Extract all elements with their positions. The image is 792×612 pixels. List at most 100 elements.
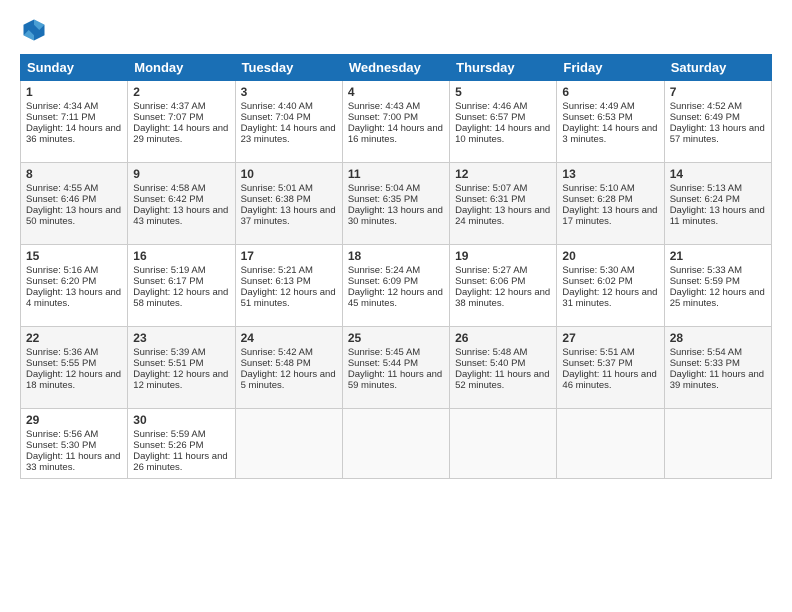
sunset-text: Sunset: 6:17 PM [133,276,203,287]
sunrise-text: Sunrise: 5:27 AM [455,265,527,276]
day-number: 9 [133,167,229,181]
day-number: 17 [241,249,337,263]
day-number: 29 [26,413,122,427]
day-number: 20 [562,249,658,263]
daylight-text: Daylight: 13 hours and 43 minutes. [133,205,228,227]
sunrise-text: Sunrise: 4:40 AM [241,101,313,112]
sunset-text: Sunset: 5:33 PM [670,358,740,369]
sunrise-text: Sunrise: 5:07 AM [455,183,527,194]
calendar-week-2: 8 Sunrise: 4:55 AM Sunset: 6:46 PM Dayli… [21,163,772,245]
sunset-text: Sunset: 6:57 PM [455,112,525,123]
daylight-text: Daylight: 12 hours and 25 minutes. [670,287,765,309]
calendar-cell: 8 Sunrise: 4:55 AM Sunset: 6:46 PM Dayli… [21,163,128,245]
daylight-text: Daylight: 12 hours and 5 minutes. [241,369,336,391]
daylight-text: Daylight: 13 hours and 30 minutes. [348,205,443,227]
day-number: 5 [455,85,551,99]
calendar-cell: 30 Sunrise: 5:59 AM Sunset: 5:26 PM Dayl… [128,409,235,479]
daylight-text: Daylight: 12 hours and 31 minutes. [562,287,657,309]
col-header-saturday: Saturday [664,55,771,81]
daylight-text: Daylight: 14 hours and 3 minutes. [562,123,657,145]
header [20,16,772,44]
sunset-text: Sunset: 5:30 PM [26,440,96,451]
daylight-text: Daylight: 13 hours and 57 minutes. [670,123,765,145]
calendar-cell: 6 Sunrise: 4:49 AM Sunset: 6:53 PM Dayli… [557,81,664,163]
day-number: 27 [562,331,658,345]
sunset-text: Sunset: 7:00 PM [348,112,418,123]
calendar-table: SundayMondayTuesdayWednesdayThursdayFrid… [20,54,772,479]
sunset-text: Sunset: 6:24 PM [670,194,740,205]
daylight-text: Daylight: 12 hours and 12 minutes. [133,369,228,391]
daylight-text: Daylight: 11 hours and 46 minutes. [562,369,656,391]
col-header-friday: Friday [557,55,664,81]
calendar-cell: 22 Sunrise: 5:36 AM Sunset: 5:55 PM Dayl… [21,327,128,409]
calendar-cell: 2 Sunrise: 4:37 AM Sunset: 7:07 PM Dayli… [128,81,235,163]
sunrise-text: Sunrise: 5:42 AM [241,347,313,358]
sunset-text: Sunset: 6:06 PM [455,276,525,287]
daylight-text: Daylight: 11 hours and 33 minutes. [26,451,120,473]
col-header-monday: Monday [128,55,235,81]
calendar-cell [235,409,342,479]
calendar-cell: 17 Sunrise: 5:21 AM Sunset: 6:13 PM Dayl… [235,245,342,327]
sunset-text: Sunset: 5:51 PM [133,358,203,369]
sunrise-text: Sunrise: 4:34 AM [26,101,98,112]
calendar-cell: 19 Sunrise: 5:27 AM Sunset: 6:06 PM Dayl… [450,245,557,327]
calendar-cell: 16 Sunrise: 5:19 AM Sunset: 6:17 PM Dayl… [128,245,235,327]
sunrise-text: Sunrise: 4:52 AM [670,101,742,112]
daylight-text: Daylight: 13 hours and 50 minutes. [26,205,121,227]
sunset-text: Sunset: 6:49 PM [670,112,740,123]
day-number: 30 [133,413,229,427]
day-number: 22 [26,331,122,345]
day-number: 7 [670,85,766,99]
sunset-text: Sunset: 5:40 PM [455,358,525,369]
sunrise-text: Sunrise: 5:30 AM [562,265,634,276]
calendar-cell [450,409,557,479]
sunset-text: Sunset: 5:26 PM [133,440,203,451]
day-number: 23 [133,331,229,345]
calendar-cell: 21 Sunrise: 5:33 AM Sunset: 5:59 PM Dayl… [664,245,771,327]
col-header-wednesday: Wednesday [342,55,449,81]
daylight-text: Daylight: 14 hours and 23 minutes. [241,123,336,145]
calendar-cell: 10 Sunrise: 5:01 AM Sunset: 6:38 PM Dayl… [235,163,342,245]
logo-icon [20,16,48,44]
sunset-text: Sunset: 7:11 PM [26,112,96,123]
sunrise-text: Sunrise: 5:54 AM [670,347,742,358]
day-number: 3 [241,85,337,99]
sunset-text: Sunset: 6:46 PM [26,194,96,205]
calendar-cell: 4 Sunrise: 4:43 AM Sunset: 7:00 PM Dayli… [342,81,449,163]
sunrise-text: Sunrise: 5:59 AM [133,429,205,440]
calendar-week-1: 1 Sunrise: 4:34 AM Sunset: 7:11 PM Dayli… [21,81,772,163]
daylight-text: Daylight: 14 hours and 36 minutes. [26,123,121,145]
day-number: 24 [241,331,337,345]
calendar-cell: 9 Sunrise: 4:58 AM Sunset: 6:42 PM Dayli… [128,163,235,245]
col-header-tuesday: Tuesday [235,55,342,81]
calendar-cell: 29 Sunrise: 5:56 AM Sunset: 5:30 PM Dayl… [21,409,128,479]
calendar-cell: 12 Sunrise: 5:07 AM Sunset: 6:31 PM Dayl… [450,163,557,245]
day-number: 26 [455,331,551,345]
calendar-cell: 14 Sunrise: 5:13 AM Sunset: 6:24 PM Dayl… [664,163,771,245]
calendar-cell: 3 Sunrise: 4:40 AM Sunset: 7:04 PM Dayli… [235,81,342,163]
sunset-text: Sunset: 6:20 PM [26,276,96,287]
calendar-cell: 24 Sunrise: 5:42 AM Sunset: 5:48 PM Dayl… [235,327,342,409]
daylight-text: Daylight: 12 hours and 45 minutes. [348,287,443,309]
sunrise-text: Sunrise: 5:45 AM [348,347,420,358]
day-number: 10 [241,167,337,181]
calendar-cell [664,409,771,479]
sunrise-text: Sunrise: 5:51 AM [562,347,634,358]
sunrise-text: Sunrise: 5:33 AM [670,265,742,276]
daylight-text: Daylight: 12 hours and 18 minutes. [26,369,121,391]
daylight-text: Daylight: 12 hours and 58 minutes. [133,287,228,309]
calendar-cell [342,409,449,479]
sunrise-text: Sunrise: 5:04 AM [348,183,420,194]
calendar-cell: 26 Sunrise: 5:48 AM Sunset: 5:40 PM Dayl… [450,327,557,409]
sunset-text: Sunset: 5:59 PM [670,276,740,287]
calendar-cell: 28 Sunrise: 5:54 AM Sunset: 5:33 PM Dayl… [664,327,771,409]
sunrise-text: Sunrise: 5:24 AM [348,265,420,276]
day-number: 2 [133,85,229,99]
daylight-text: Daylight: 14 hours and 16 minutes. [348,123,443,145]
calendar-week-4: 22 Sunrise: 5:36 AM Sunset: 5:55 PM Dayl… [21,327,772,409]
sunset-text: Sunset: 6:31 PM [455,194,525,205]
day-number: 28 [670,331,766,345]
sunset-text: Sunset: 6:13 PM [241,276,311,287]
sunset-text: Sunset: 5:55 PM [26,358,96,369]
daylight-text: Daylight: 12 hours and 51 minutes. [241,287,336,309]
